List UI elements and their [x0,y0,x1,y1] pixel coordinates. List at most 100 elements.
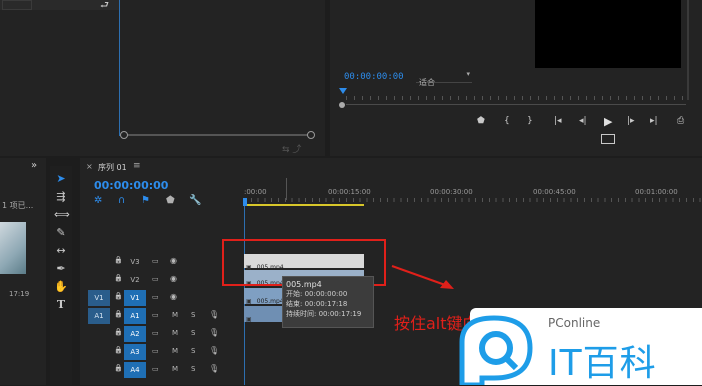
hand-tool-icon[interactable]: ✋ [54,280,68,294]
watermark-brand: PConline [548,316,601,330]
sync-lock-icon[interactable]: ▭ [152,365,159,373]
pen-tool-icon[interactable]: ✒ [54,262,68,276]
track-target-v2[interactable]: V2 [124,272,146,288]
track-target-a4[interactable]: A4 [124,362,146,378]
mute-button[interactable]: M [172,311,178,319]
scroll-handle-right[interactable] [307,131,315,139]
ripple-edit-tool-icon[interactable]: ⟺ [54,208,70,222]
program-playhead-knob[interactable] [339,102,345,108]
lock-icon[interactable]: 🔒 [114,292,123,300]
ruler-label-60: 00:01:00:00 [635,188,678,196]
work-area-bar[interactable] [244,204,364,206]
track-target-v3[interactable]: V3 [124,254,146,270]
solo-button[interactable]: S [191,311,195,319]
program-timeline-track[interactable] [346,104,686,105]
program-video-frame [535,0,681,68]
source-patch-a1[interactable]: A1 [88,308,110,324]
microphone-icon[interactable]: 🎙 [209,328,219,337]
source-dropdown[interactable] [2,0,32,10]
track-select-tool-icon[interactable]: ⇶ [54,190,68,204]
time-ruler[interactable]: :00:00 00:00:15:00 00:00:30:00 00:00:45:… [244,188,702,208]
lock-icon[interactable]: 🔒 [114,310,123,318]
track-header-a3: 🔒 A3 ▭ M S 🎙 [80,344,240,360]
tab-menu-icon[interactable]: ≡ [133,161,141,171]
fx-icon: ▣ [246,298,252,305]
track-header-a1: A1 🔒 A1 ▭ M S 🎙 [80,308,240,324]
mark-in-icon[interactable]: { [504,116,510,126]
solo-button[interactable]: S [191,329,195,337]
sync-lock-icon[interactable]: ▭ [152,329,159,337]
scroll-handle-left[interactable] [120,131,128,139]
marker-icon[interactable]: ⬟ [477,116,485,126]
scroll-track[interactable] [124,134,312,136]
selection-tool-icon[interactable]: ➤ [54,172,68,186]
panel-expand-icon[interactable]: » [31,160,37,171]
mute-button[interactable]: M [172,347,178,355]
microphone-icon[interactable]: 🎙 [209,310,219,319]
tooltip-end: 结束: 00:00:17:18 [286,300,348,308]
mute-button[interactable]: M [172,329,178,337]
timeline-timecode[interactable]: 00:00:00:00 [94,179,168,192]
lock-icon[interactable]: 🔒 [114,328,123,336]
source-patch-v1[interactable]: V1 [88,290,110,306]
tools-panel: ➤ ⇶ ⟺ ✎ ↔ ✒ ✋ T [50,166,72,385]
tab-close-icon[interactable]: × [86,162,93,171]
source-bottom-icons[interactable]: ⇆ ⤴ [282,142,301,155]
lock-icon[interactable]: 🔒 [114,364,123,372]
compare-view-icon[interactable] [601,134,615,144]
program-timecode[interactable]: 00:00:00:00 [344,72,404,82]
razor-tool-icon[interactable]: ✎ [54,226,68,240]
step-back-icon[interactable]: ◂| [579,116,587,126]
thumb-duration: 17:19 [9,290,30,298]
solo-button[interactable]: S [191,347,195,355]
snap-icon[interactable]: ✲ [94,195,102,206]
lock-icon[interactable]: 🔒 [114,256,123,264]
chevron-down-icon: ▾ [466,70,470,78]
lock-icon[interactable]: 🔒 [114,346,123,354]
tooltip-title: 005.mp4 [286,280,322,289]
track-header-v1: V1 🔒 V1 ▭ ◉ [80,290,240,306]
project-thumbnail[interactable] [0,222,26,274]
linked-select-icon[interactable]: ∩ [118,195,125,206]
sync-lock-icon[interactable]: ▭ [152,293,159,301]
go-to-in-icon[interactable]: |◂ [554,116,562,126]
sync-lock-icon[interactable]: ▭ [152,275,159,283]
watermark: PConline IT百科 [452,308,702,385]
wrench-icon[interactable]: 🔧 [189,195,201,206]
lock-icon[interactable]: 🔒 [114,274,123,282]
project-panel: » 1 项已... 17:19 [0,158,46,385]
sync-lock-icon[interactable]: ▭ [152,311,159,319]
ruler-ticks [244,198,702,202]
play-icon[interactable]: ▶ [604,115,612,128]
sync-lock-icon[interactable]: ▭ [152,257,159,265]
zoom-select[interactable]: 适合 ▾ [416,70,472,87]
track-target-v1[interactable]: V1 [124,290,146,306]
solo-button[interactable]: S [191,365,195,373]
mute-button[interactable]: M [172,365,178,373]
track-target-a2[interactable]: A2 [124,326,146,342]
mark-out-icon[interactable]: } [527,116,533,126]
program-ticks [346,96,686,100]
tab-sequence[interactable]: 序列 01 [98,162,127,173]
clip-v1-label: 005.mp4 [256,298,284,305]
playhead-marker[interactable] [339,88,347,94]
import-icon[interactable]: ⮐ [100,0,109,15]
eye-icon[interactable]: ◉ [170,292,177,301]
sync-lock-icon[interactable]: ▭ [152,347,159,355]
export-frame-icon[interactable]: ⎙ [677,116,684,126]
step-forward-icon[interactable]: |▸ [627,116,635,126]
marker-icon[interactable]: ⬟ [166,195,175,206]
microphone-icon[interactable]: 🎙 [209,364,219,373]
timeline-playhead[interactable] [243,198,247,206]
type-tool-icon[interactable]: T [54,298,68,312]
track-target-a1[interactable]: A1 [124,308,146,324]
go-to-out-icon[interactable]: ▸| [650,116,658,126]
eye-icon[interactable]: ◉ [170,274,177,283]
track-target-a3[interactable]: A3 [124,344,146,360]
add-marker-icon[interactable]: ⚑ [141,195,150,206]
microphone-icon[interactable]: 🎙 [209,346,219,355]
slip-tool-icon[interactable]: ↔ [54,244,68,258]
track-header-v3: 🔒 V3 ▭ ◉ [80,254,240,270]
zoom-value: 适合 [419,78,435,87]
eye-icon[interactable]: ◉ [170,256,177,265]
